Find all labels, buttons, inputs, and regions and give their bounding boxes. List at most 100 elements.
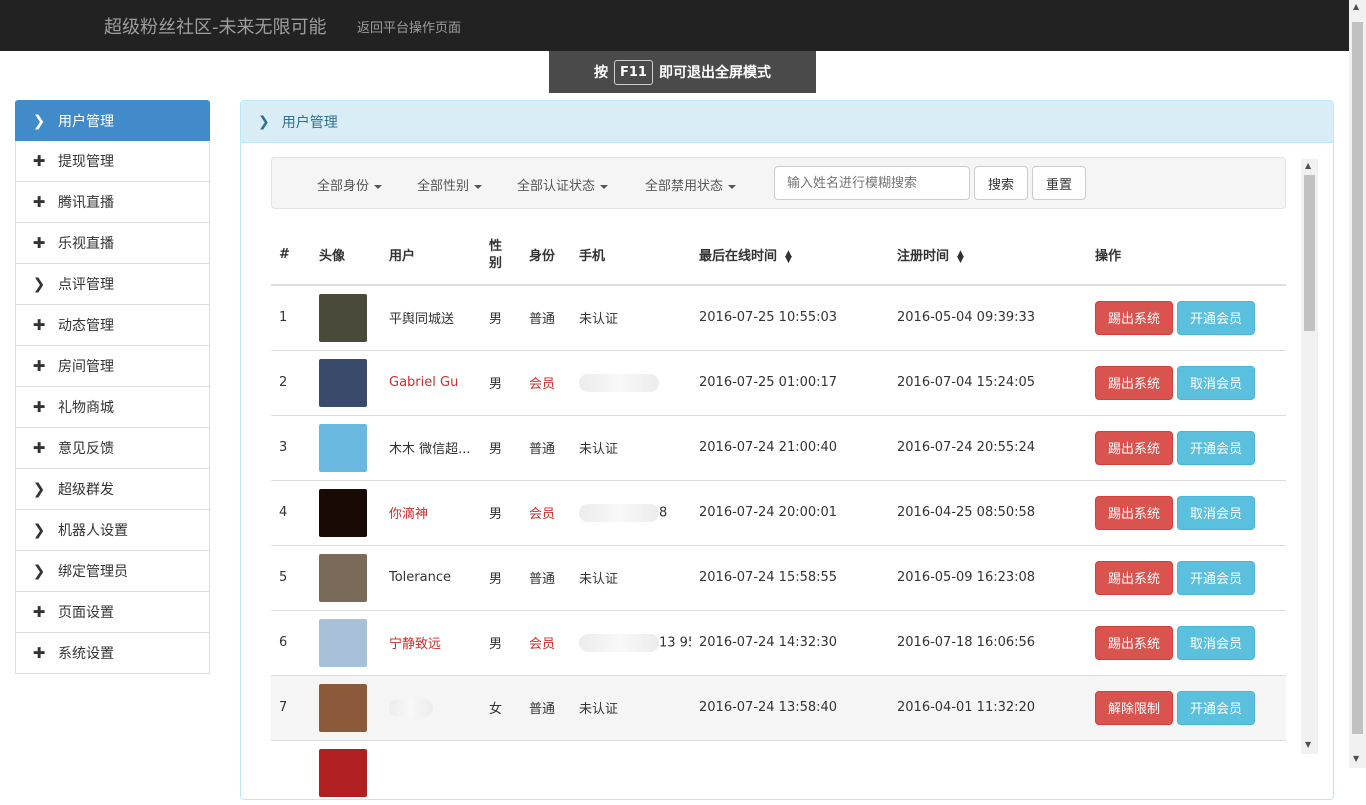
col-user-header: 用户 [381,225,481,286]
sidebar-item-label: 乐视直播 [58,236,114,252]
sidebar-item[interactable]: ✚ 腾讯直播 [15,182,210,223]
col-last-online-label: 最后在线时间 [699,249,778,264]
cancel-vip-button[interactable]: 取消会员 [1177,495,1256,530]
avatar-cell [311,479,381,545]
sidebar-item-label: 用户管理 [58,113,114,130]
plus-icon: ✚ [32,234,46,252]
last-online-time: 2016-07-24 14:32:30 [691,609,889,675]
ban-filter-dropdown[interactable]: 全部禁用状态 [645,175,737,194]
open-vip-button[interactable]: 开通会员 [1177,690,1256,725]
avatar [319,683,367,732]
table-scrollbar[interactable]: ▲ ▼ [1301,159,1318,754]
kick-out-button[interactable]: 踢出系统 [1095,430,1174,465]
col-registered-header[interactable]: 注册时间 ▲ ▼ [889,225,1087,286]
last-online-time: 2016-07-25 01:00:17 [691,349,889,415]
sidebar-item[interactable]: ✚ 礼物商城 [15,387,210,428]
filter-bar: 全部身份 全部性别 全部认证状态 全部禁用状态 搜索 重置 [271,157,1286,209]
row-actions: 踢出系统 取消会员 [1087,349,1286,415]
user-phone: 13 95 [571,609,691,675]
reset-button[interactable]: 重置 [1032,166,1086,200]
window-scrollbar[interactable]: ▲ ▼ [1349,0,1366,768]
table-scrollbar-thumb[interactable] [1304,175,1315,331]
open-vip-button[interactable]: 开通会员 [1177,300,1256,335]
brand-title[interactable]: 超级粉丝社区-未来无限可能 [104,13,327,39]
sidebar-item[interactable]: ❯ 用户管理 [15,100,210,141]
avatar-cell [311,349,381,415]
user-name: 平舆同城送 [381,284,481,350]
gender-filter-dropdown[interactable]: 全部性别 [417,175,483,194]
col-last-online-header[interactable]: 最后在线时间 ▲ ▼ [691,225,889,286]
user-role: 会员 [521,349,571,415]
redacted-name [389,698,433,717]
user-phone: 未认证 [571,284,691,350]
back-to-platform-link[interactable]: 返回平台操作页面 [357,17,461,36]
chevron-right-icon: ❯ [32,275,46,293]
sidebar-item[interactable]: ❯ 机器人设置 [15,510,210,551]
sidebar-item[interactable]: ✚ 房间管理 [15,346,210,387]
table-row: 6 宁静致远 男会员 13 952016-07-24 14:32:302016-07-… [271,609,1286,675]
avatar-cell [311,739,381,805]
avatar-cell [311,414,381,480]
avatar-cell [311,609,381,675]
sort-icon[interactable]: ▲ ▼ [785,249,792,264]
row-index: 7 [271,674,311,740]
register-time: 2016-07-24 20:55:24 [889,414,1087,480]
sidebar-item[interactable]: ✚ 页面设置 [15,592,210,633]
kick-out-button[interactable]: 踢出系统 [1095,625,1174,660]
cancel-vip-button[interactable]: 取消会员 [1177,365,1256,400]
caret-down-icon [728,184,737,189]
sidebar-item[interactable]: ❯ 点评管理 [15,264,210,305]
user-gender: 男 [481,609,521,675]
gender-filter-label: 全部性别 [417,179,470,194]
phone-visible-part: 8 [659,505,668,520]
avatar [319,423,367,472]
row-index: 2 [271,349,311,415]
unban-button[interactable]: 解除限制 [1095,690,1174,725]
redacted-phone [579,373,659,392]
identity-filter-dropdown[interactable]: 全部身份 [317,175,383,194]
sidebar-item[interactable]: ❯ 绑定管理员 [15,551,210,592]
user-name-text: 平舆同城送 [389,312,455,328]
sidebar-item[interactable]: ❯ 超级群发 [15,469,210,510]
scroll-up-icon[interactable]: ▲ [1305,161,1311,170]
user-table: # 头像 用户 性别 身份 手机 最后在线时间 ▲ ▼ 注册时间 ▲ ▼ 操作 1 平舆同… [271,225,1286,805]
kick-out-button[interactable]: 踢出系统 [1095,495,1174,530]
sidebar-item[interactable]: ✚ 系统设置 [15,633,210,674]
col-actions-header: 操作 [1087,225,1286,286]
row-actions [1087,739,1286,805]
panel-title: 用户管理 [281,114,338,131]
plus-icon: ✚ [32,398,46,416]
last-online-time: 2016-07-24 15:58:55 [691,544,889,610]
scroll-down-icon[interactable]: ▼ [1353,754,1359,763]
row-actions: 踢出系统 开通会员 [1087,414,1286,480]
plus-icon: ✚ [32,152,46,170]
kick-out-button[interactable]: 踢出系统 [1095,560,1174,595]
avatar-cell [311,544,381,610]
window-scrollbar-thumb[interactable] [1352,22,1363,734]
col-role-header: 身份 [521,225,571,286]
table-row: 2 Gabriel Gu 男会员 2016-07-25 01:00:17 2016-07… [271,349,1286,415]
sidebar-item[interactable]: ✚ 意见反馈 [15,428,210,469]
name-search-input[interactable] [774,166,970,200]
sidebar-item-label: 绑定管理员 [58,564,128,580]
search-button[interactable]: 搜索 [974,166,1028,200]
sidebar-item[interactable]: ✚ 乐视直播 [15,223,210,264]
plus-icon: ✚ [32,357,46,375]
user-gender: 男 [481,284,521,350]
chevron-right-icon: ❯ [32,562,46,580]
col-phone-header: 手机 [571,225,691,286]
scroll-down-icon[interactable]: ▼ [1305,740,1311,749]
open-vip-button[interactable]: 开通会员 [1177,430,1256,465]
open-vip-button[interactable]: 开通会员 [1177,560,1256,595]
scroll-up-icon[interactable]: ▲ [1353,2,1359,11]
kick-out-button[interactable]: 踢出系统 [1095,365,1174,400]
verify-filter-dropdown[interactable]: 全部认证状态 [517,175,609,194]
sidebar-item-label: 腾讯直播 [58,195,114,211]
panel-heading: ❯ 用户管理 [241,101,1333,143]
sidebar-item[interactable]: ✚ 动态管理 [15,305,210,346]
cancel-vip-button[interactable]: 取消会员 [1177,625,1256,660]
user-name: Gabriel Gu [381,349,481,415]
sidebar-item[interactable]: ✚ 提现管理 [15,141,210,182]
kick-out-button[interactable]: 踢出系统 [1095,300,1174,335]
sort-icon[interactable]: ▲ ▼ [957,249,964,264]
